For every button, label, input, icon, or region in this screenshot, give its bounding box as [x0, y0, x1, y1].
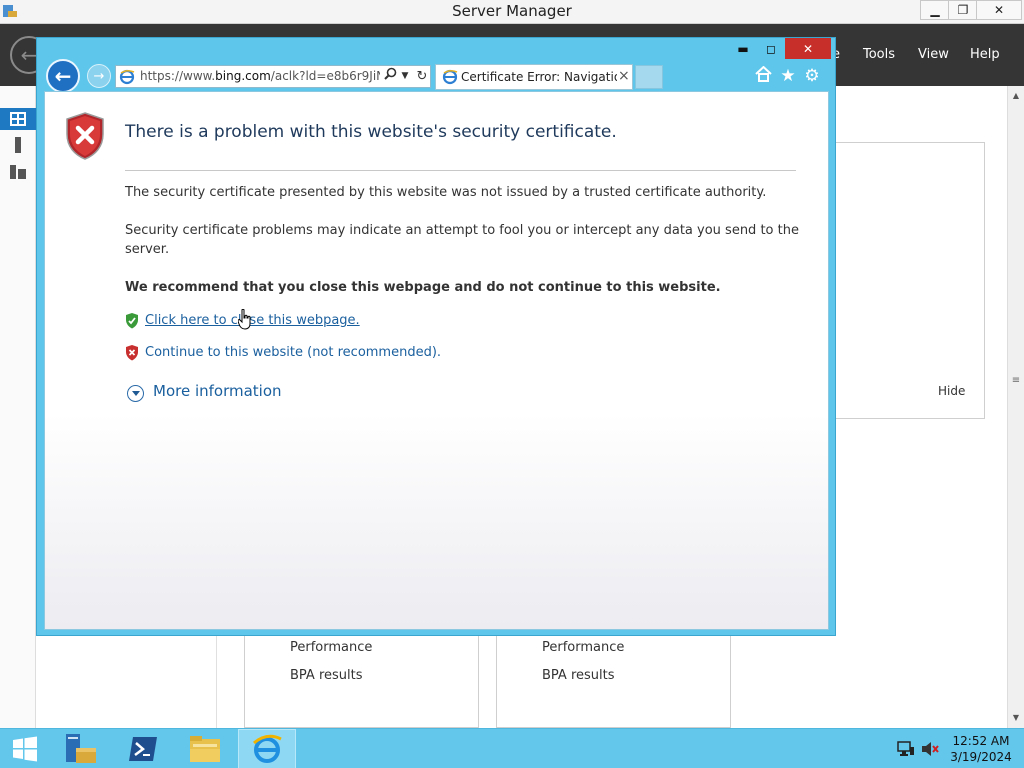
browser-maximize-button[interactable]: ◻	[757, 38, 785, 59]
role-tile-1[interactable]: Performance BPA results	[244, 634, 479, 728]
address-bar[interactable]: https://www.bing.com/aclk?ld=e8b6r9JiNy2…	[115, 65, 431, 88]
shield-check-icon	[126, 313, 138, 329]
url-domain: bing.com	[215, 69, 271, 83]
close-webpage-link[interactable]: Click here to close this webpage.	[145, 313, 360, 328]
clock-time: 12:52 AM	[952, 734, 1010, 748]
refresh-icon[interactable]: ↻	[414, 67, 430, 86]
tile-item-bpa-results[interactable]: BPA results	[542, 668, 615, 683]
gear-icon[interactable]: ⚙	[802, 66, 822, 86]
browser-back-button[interactable]: ←	[46, 59, 80, 93]
browser-window: ▬ ◻ ✕ ← → https://www.bing.com/aclk?ld=e…	[36, 37, 836, 636]
scroll-down-icon[interactable]: ▼	[1008, 710, 1024, 726]
server-manager-icon	[66, 734, 96, 763]
new-tab-button[interactable]	[635, 65, 663, 89]
menu-tools[interactable]: Tools	[863, 47, 895, 62]
taskbar-server-manager[interactable]	[52, 729, 110, 768]
menu-help[interactable]: Help	[970, 47, 1000, 62]
taskbar-file-explorer[interactable]	[176, 729, 234, 768]
shield-error-icon	[66, 112, 104, 160]
restore-button[interactable]: ❐	[948, 0, 978, 20]
url-prefix: https://www.	[140, 69, 216, 83]
hide-link[interactable]: Hide	[938, 384, 965, 398]
browser-minimize-button[interactable]: ▬	[729, 38, 757, 59]
start-button[interactable]	[0, 729, 50, 768]
browser-close-button[interactable]: ✕	[785, 38, 831, 59]
arrow-right-icon: →	[93, 68, 105, 84]
folder-icon	[190, 736, 220, 762]
dashboard-icon	[10, 112, 26, 126]
welcome-panel	[834, 142, 985, 419]
more-information-label: More information	[153, 382, 282, 400]
windows-logo-icon	[13, 736, 37, 762]
sidebar	[0, 86, 36, 728]
menu-view[interactable]: View	[918, 47, 949, 62]
sidebar-item-all-servers[interactable]	[0, 160, 36, 182]
page-title: There is a problem with this website's s…	[125, 122, 617, 142]
servers-icon	[10, 165, 26, 179]
server-manager-titlebar: Server Manager ▁ ❐ ✕	[0, 0, 1024, 24]
star-icon[interactable]: ★	[778, 66, 798, 86]
shield-x-icon	[126, 345, 138, 361]
clock-date: 3/19/2024	[950, 750, 1012, 764]
tab-title: Certificate Error: Navigation...	[461, 70, 617, 84]
ie-tab-icon	[442, 69, 458, 85]
error-warning: Security certificate problems may indica…	[125, 223, 799, 257]
divider	[125, 170, 796, 171]
sidebar-item-local-server[interactable]	[0, 134, 36, 156]
arrow-left-icon: ←	[54, 64, 72, 88]
page-content: There is a problem with this website's s…	[44, 91, 829, 630]
taskbar-powershell[interactable]	[114, 729, 172, 768]
window-title: Server Manager	[452, 2, 572, 20]
search-icon[interactable]	[382, 67, 398, 86]
tile-item-performance[interactable]: Performance	[542, 640, 624, 655]
ie-page-icon	[119, 69, 135, 85]
sidebar-item-dashboard[interactable]	[0, 108, 36, 130]
close-button[interactable]: ✕	[976, 0, 1022, 20]
tab-close-icon[interactable]: ×	[618, 68, 630, 84]
error-description: The security certificate presented by th…	[125, 185, 767, 200]
continue-link[interactable]: Continue to this website (not recommende…	[145, 345, 441, 360]
system-clock[interactable]: 12:52 AM 3/19/2024	[944, 733, 1018, 765]
chevron-down-icon	[127, 385, 144, 402]
taskbar: 12:52 AM 3/19/2024	[0, 728, 1024, 768]
powershell-icon	[129, 737, 157, 761]
scroll-thumb[interactable]: ≡	[1009, 376, 1023, 386]
recommendation-text: We recommend that you close this webpage…	[125, 280, 721, 295]
url-suffix: /aclk?ld=e8b6r9JiNy2c	[270, 69, 380, 83]
tile-item-bpa-results[interactable]: BPA results	[290, 668, 363, 683]
vertical-scrollbar[interactable]: ▲ ≡ ▼	[1007, 86, 1024, 728]
role-tile-2[interactable]: Performance BPA results	[496, 634, 731, 728]
minimize-button[interactable]: ▁	[920, 0, 950, 20]
home-icon[interactable]	[753, 65, 773, 86]
network-icon[interactable]	[896, 739, 916, 759]
address-url[interactable]: https://www.bing.com/aclk?ld=e8b6r9JiNy2…	[140, 69, 380, 83]
browser-forward-button[interactable]: →	[87, 64, 111, 88]
internet-explorer-icon	[253, 734, 282, 763]
scroll-up-icon[interactable]: ▲	[1008, 88, 1024, 104]
taskbar-internet-explorer[interactable]	[238, 729, 296, 768]
server-icon	[15, 137, 21, 153]
arrow-left-icon: ←	[20, 43, 38, 67]
hand-cursor-icon	[238, 309, 251, 330]
volume-muted-icon[interactable]	[920, 739, 940, 759]
tab-certificate-error[interactable]: Certificate Error: Navigation... ×	[435, 64, 633, 90]
tile-item-performance[interactable]: Performance	[290, 640, 372, 655]
dropdown-arrow-icon[interactable]: ▼	[397, 67, 413, 86]
